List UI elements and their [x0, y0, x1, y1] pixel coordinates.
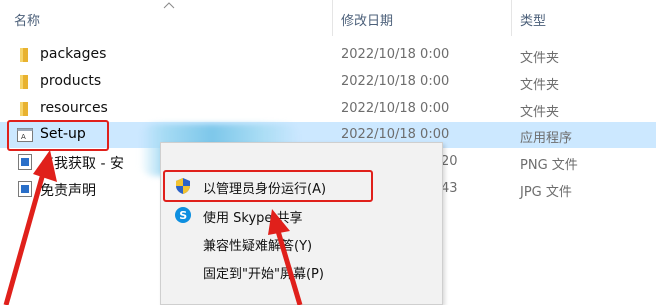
file-date: 2022/10/18 0:00	[341, 74, 450, 89]
file-name: resources	[40, 100, 108, 116]
file-date: 43	[441, 181, 458, 196]
file-date: 2022/10/18 0:00	[341, 127, 450, 142]
column-header-modified[interactable]: 修改日期	[341, 10, 393, 29]
folder-icon	[20, 75, 28, 89]
file-type: PNG 文件	[520, 158, 578, 173]
file-date: 2022/10/18 0:00	[341, 47, 450, 62]
sort-up-icon	[163, 2, 175, 9]
svg-text:S: S	[179, 209, 187, 222]
column-header-type[interactable]: 类型	[520, 10, 546, 29]
file-type: 文件夹	[520, 51, 560, 66]
skype-icon: S	[175, 207, 191, 223]
file-date: 20	[441, 154, 458, 169]
file-row[interactable]: packages 2022/10/18 0:00 文件夹	[0, 42, 656, 68]
file-name: products	[40, 73, 102, 89]
file-row[interactable]: resources 2022/10/18 0:00 文件夹	[0, 96, 656, 122]
file-type: JPG 文件	[520, 185, 572, 200]
file-type: 文件夹	[520, 78, 560, 93]
highlight-box-run-as-admin	[163, 170, 373, 202]
folder-icon	[20, 48, 28, 62]
column-divider[interactable]	[511, 0, 512, 36]
red-arrow-icon	[3, 150, 57, 305]
red-arrow-icon	[268, 209, 303, 305]
file-name: packages	[40, 46, 107, 62]
column-header-name[interactable]: 名称	[14, 10, 40, 29]
column-divider[interactable]	[332, 0, 333, 36]
column-header-bar: 名称 修改日期 类型	[0, 0, 656, 36]
file-type: 应用程序	[520, 131, 573, 146]
file-date: 2022/10/18 0:00	[341, 101, 450, 116]
folder-icon	[20, 102, 28, 116]
file-type: 文件夹	[520, 105, 560, 120]
file-row[interactable]: products 2022/10/18 0:00 文件夹	[0, 69, 656, 95]
highlight-box-setup	[7, 120, 109, 151]
